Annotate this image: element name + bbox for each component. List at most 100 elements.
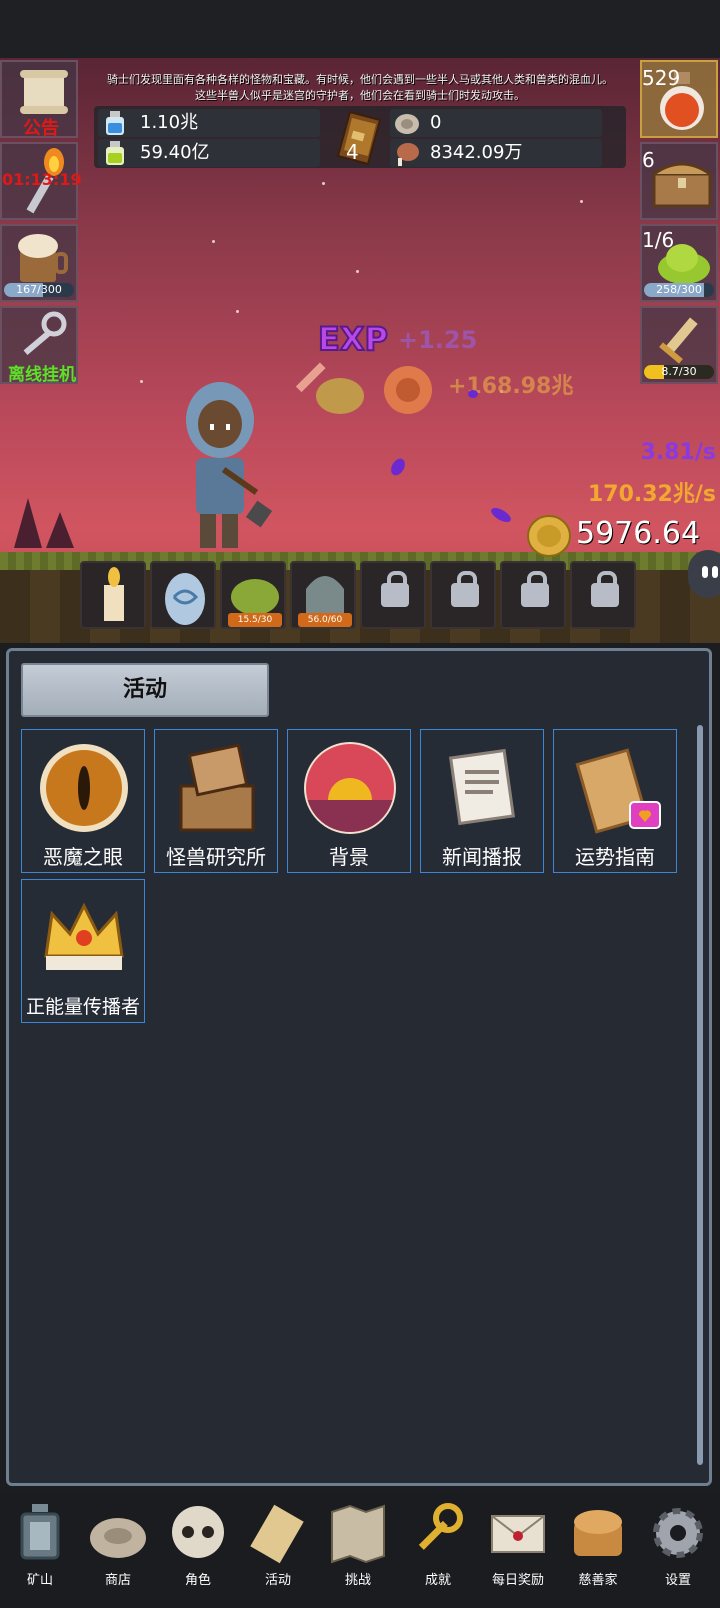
monster-lab-icon [179,743,255,832]
offline-label: 离线挂机 [8,365,76,385]
sword-progress-text: 8.7/30 [661,365,697,378]
chat-bubble-button[interactable] [688,550,720,598]
nav-mine[interactable]: 矿山 [0,1498,80,1598]
nav-activity[interactable]: 活动 [238,1498,318,1598]
tile-demon-eye[interactable]: 恶魔之眼 [21,729,145,873]
nav-challenge[interactable]: 挑战 [318,1498,398,1598]
knight-character [186,382,273,548]
lock-icon [381,571,409,607]
potion-slot[interactable]: 529 [640,60,718,138]
nav-label: 成就 [424,1573,451,1588]
scroll-icon [250,1504,304,1564]
mountain [14,498,42,548]
tile-background[interactable]: 背景 [287,729,411,873]
tile-monster-lab[interactable]: 怪兽研究所 [154,729,278,873]
slime-progress-text: 258/300 [656,283,702,296]
locked-slot[interactable] [500,561,566,629]
star [212,240,215,243]
nav-daily-reward[interactable]: 每日奖励 [478,1498,558,1598]
stone-value: 0 [430,112,442,133]
rock-icon [90,1518,146,1558]
sword-progress-bar: 8.7/30 [644,365,714,379]
tile-positive-energy[interactable]: 正能量传播者 [21,879,145,1023]
slime-count: 1/6 [642,228,675,252]
nav-label: 矿山 [26,1573,53,1588]
status-strip [0,0,720,58]
scrollbar[interactable] [697,725,703,1465]
gear-icon [653,1508,703,1558]
meat-value: 8342.09万 [430,142,523,163]
announcement-button[interactable]: 公告 [0,60,78,139]
key-icon [23,311,67,355]
tile-news[interactable]: 新闻播报 [420,729,544,873]
nav-label: 商店 [104,1573,131,1588]
nav-label: 角色 [184,1573,211,1588]
locked-slot[interactable] [430,561,496,629]
star [322,182,325,185]
nav-philanthropist[interactable]: 慈善家 [558,1498,638,1598]
lock-icon [451,571,479,607]
nav-label: 活动 [264,1573,291,1588]
tile-label: 运势指南 [575,845,655,869]
beer-progress-text: 167/300 [16,283,62,296]
ghost-creature-slot[interactable]: 56.0/60 [290,561,356,629]
gold-coin-icon [527,515,571,557]
resource-panel: 1.10兆 59.40亿 4 0 8342.09万 [94,106,626,168]
tile-fortune[interactable]: 运势指南 [553,729,677,873]
panel-title: 活动 [21,663,269,717]
creature-bar: 15.5/30 56.0/60 [80,561,640,631]
sword-drop-icon [295,362,326,393]
notice-line-1: 骑士们发现里面有各种各样的怪物和宝藏。有时候，他们会遇到一些半人马或其他人类和兽… [107,73,613,86]
demon-eye-icon [40,744,128,832]
skull-icon [172,1506,224,1558]
beer-slot[interactable]: 167/300 [0,224,78,302]
bottom-nav: 矿山 商店 角色 活动 挑战 成就 每日奖励 慈善家 设置 [0,1492,720,1608]
gold-gain-text: +168.98兆 [448,374,574,399]
exp-gain-text: +1.25 [398,326,478,354]
torch-slot[interactable]: 01:13:19 [0,142,82,220]
blue-potion-icon [106,111,124,135]
beer-progress-bar: 167/300 [4,283,74,297]
exp-label: EXP [317,319,389,359]
locked-slot[interactable] [570,561,636,629]
sword-slot[interactable]: 8.7/30 [640,306,718,384]
slime-progress-bar: 258/300 [644,283,714,297]
egg-slot[interactable] [150,561,216,629]
nav-shop[interactable]: 商店 [78,1498,158,1598]
meat-icon [397,143,419,166]
nav-label: 设置 [664,1573,691,1588]
nav-achievement[interactable]: 成就 [398,1498,478,1598]
announcement-label: 公告 [23,118,59,139]
gold-rate: 170.32兆/s [587,482,716,507]
purple-shard [468,390,478,398]
treasure-chest-icon [652,162,712,208]
nav-settings[interactable]: 设置 [638,1498,718,1598]
tile-label: 新闻播报 [442,845,522,869]
nav-character[interactable]: 角色 [158,1498,238,1598]
slime-creature-icon [231,579,279,615]
locked-slot[interactable] [360,561,426,629]
game-scene[interactable]: 骑士们发现里面有各种各样的怪物和宝藏。有时候，他们会遇到一些半人马或其他人类和兽… [0,58,720,643]
star [580,200,583,203]
slime-creature-slot[interactable]: 15.5/30 [220,561,286,629]
star [236,310,239,313]
slime-slot[interactable]: 1/6 258/300 [640,224,718,302]
offline-button[interactable]: 离线挂机 [0,306,78,385]
scroll-icon [20,70,68,114]
crown-icon [44,902,124,970]
candle-slot[interactable] [80,561,146,629]
chest-slot[interactable]: 6 [640,142,718,220]
torch-timer: 01:13:19 [2,170,82,189]
notice-line-2: 这些半兽人似乎是迷宫的守护者，他们会在看到骑士们时发动攻击。 [195,89,525,102]
star [140,380,143,383]
green-potion-value: 59.40亿 [140,142,210,163]
bread-icon [574,1510,622,1556]
lock-icon [521,571,549,607]
tile-label: 正能量传播者 [25,996,140,1018]
potion-count: 529 [642,66,681,90]
tile-label: 恶魔之眼 [43,845,123,869]
nav-label: 慈善家 [578,1573,618,1588]
purple-shard [488,505,514,525]
map-icon [331,1504,385,1564]
sunset-icon [304,742,396,834]
